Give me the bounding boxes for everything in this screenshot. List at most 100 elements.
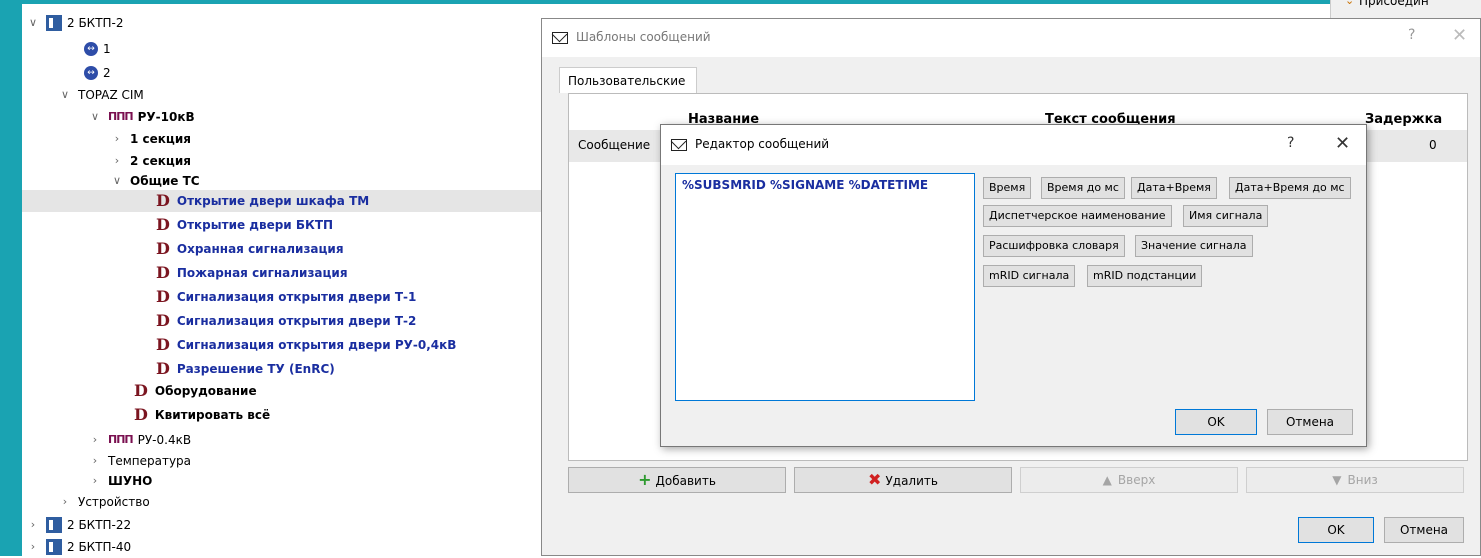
- connector-icon: ↔: [84, 66, 98, 80]
- tab-custom[interactable]: Пользовательские: [559, 67, 697, 93]
- tree-item-label: Сигнализация открытия двери РУ-0,4кВ: [176, 338, 457, 352]
- help-button[interactable]: ?: [1287, 135, 1294, 151]
- tree-item-label: ШУНО: [108, 474, 153, 488]
- tag-signal-mrid-button[interactable]: mRID сигнала: [983, 265, 1076, 287]
- tag-datetime-button[interactable]: Дата+Время: [1131, 177, 1217, 199]
- tag-substation-mrid-button[interactable]: mRID подстанции: [1087, 265, 1203, 287]
- column-header-delay[interactable]: Задержка: [1365, 112, 1442, 127]
- tree-item-signal[interactable]: D Сигнализация открытия двери РУ-0,4кВ: [156, 334, 456, 356]
- tree-item-ru-04kv[interactable]: › ΠΠΠ РУ-0.4кВ: [88, 429, 191, 451]
- tree-item-label: 1: [103, 42, 111, 56]
- expand-arrow-icon[interactable]: ∨: [110, 170, 124, 192]
- d-signal-icon: D: [156, 191, 170, 210]
- tree-item-2[interactable]: ↔ 2: [84, 62, 111, 84]
- tree-item-topaz-cim[interactable]: ∨ TOPAZ CIM: [58, 84, 144, 106]
- tree-item-signal[interactable]: D Разрешение ТУ (EnRC): [156, 358, 335, 380]
- tree-item-signal[interactable]: D Сигнализация открытия двери Т-1: [156, 286, 416, 308]
- tag-time-ms-button[interactable]: Время до мс: [1041, 177, 1125, 199]
- editor-ok-button[interactable]: OK: [1175, 409, 1257, 435]
- tree-item-label: Пожарная сигнализация: [176, 266, 348, 280]
- tree-item-ack-all[interactable]: D Квитировать всё: [134, 404, 270, 426]
- help-button[interactable]: ?: [1408, 27, 1415, 43]
- tree-item-bktp-22[interactable]: › 2 БКТП-22: [26, 514, 131, 536]
- envelope-icon: [671, 139, 687, 151]
- tree-item-device[interactable]: › Устройство: [58, 491, 150, 513]
- row-name-cell: Сообщение: [578, 138, 651, 152]
- tree-item-shuno[interactable]: › ШУНО: [88, 470, 153, 492]
- delete-button[interactable]: ✖ Удалить: [794, 467, 1012, 493]
- tree-item-label: Общие ТС: [130, 174, 200, 188]
- up-button[interactable]: ▲ Вверх: [1020, 467, 1238, 493]
- down-button[interactable]: ▼ Вниз: [1246, 467, 1464, 493]
- tree-item-1[interactable]: ↔ 1: [84, 38, 111, 60]
- tree-item-signal[interactable]: D Пожарная сигнализация: [156, 262, 348, 284]
- templates-dialog-titlebar: Шаблоны сообщений ? ✕: [542, 19, 1480, 57]
- d-signal-icon: D: [156, 287, 170, 306]
- tree-item-section-1[interactable]: › 1 секция: [110, 128, 191, 150]
- tag-time-button[interactable]: Время: [983, 177, 1032, 199]
- editor-cancel-button[interactable]: Отмена: [1267, 409, 1353, 435]
- tree-item-label: 1 секция: [130, 132, 191, 146]
- tree-item-label: 2 секция: [130, 154, 191, 168]
- tag-datetime-ms-button[interactable]: Дата+Время до мс: [1229, 177, 1351, 199]
- expand-arrow-icon[interactable]: ›: [26, 514, 40, 536]
- connector-icon: ↔: [84, 42, 98, 56]
- expand-arrow-icon[interactable]: ›: [88, 429, 102, 451]
- close-button[interactable]: ✕: [1452, 25, 1467, 46]
- tree-item-signal[interactable]: D Открытие двери БКТП: [156, 214, 333, 236]
- tree-item-label: РУ-0.4кВ: [137, 433, 192, 447]
- station-icon: [46, 539, 62, 555]
- tree-item-label: Охранная сигнализация: [176, 242, 344, 256]
- tag-dispatcher-name-button[interactable]: Диспетчерское наименование: [983, 205, 1172, 227]
- tree-item-label: Оборудование: [154, 384, 257, 398]
- expand-arrow-icon[interactable]: ›: [88, 470, 102, 492]
- d-signal-icon: D: [156, 263, 170, 282]
- tree-item-temperature[interactable]: › Температура: [88, 450, 191, 472]
- expand-arrow-icon[interactable]: ›: [58, 491, 72, 513]
- expand-arrow-icon[interactable]: ∨: [88, 106, 102, 128]
- tree-item-signal[interactable]: D Охранная сигнализация: [156, 238, 344, 260]
- d-signal-icon: D: [134, 405, 148, 424]
- expand-arrow-icon[interactable]: ∨: [26, 12, 40, 34]
- add-button-label: Добавить: [655, 474, 716, 488]
- tree-item-section-2[interactable]: › 2 секция: [110, 150, 191, 172]
- tree-item-label: 2 БКТП-40: [67, 540, 132, 554]
- up-button-label: Вверх: [1117, 473, 1156, 487]
- expand-arrow-icon[interactable]: ›: [88, 450, 102, 472]
- tree-item-ru-10kv[interactable]: ∨ ΠΠΠ РУ-10кВ: [88, 106, 195, 128]
- d-signal-icon: D: [156, 335, 170, 354]
- message-text-input[interactable]: %SUBSMRID %SIGNAME %DATETIME: [675, 173, 975, 401]
- tree-item-label: Устройство: [78, 495, 150, 509]
- expand-arrow-icon[interactable]: ›: [110, 128, 124, 150]
- cancel-button[interactable]: Отмена: [1384, 517, 1464, 543]
- tree-item-label: 2: [103, 66, 111, 80]
- tree-item-label: TOPAZ CIM: [78, 88, 144, 102]
- tree-item-label: РУ-10кВ: [137, 110, 195, 124]
- tree-item-label: Квитировать всё: [154, 408, 271, 422]
- tree-item-equipment[interactable]: D Оборудование: [134, 380, 257, 402]
- ok-button[interactable]: OK: [1298, 517, 1374, 543]
- tree-item-common-ts[interactable]: ∨ Общие ТС: [110, 170, 200, 192]
- tag-signal-name-button[interactable]: Имя сигнала: [1183, 205, 1269, 227]
- expand-arrow-icon[interactable]: ›: [110, 150, 124, 172]
- delete-button-label: Удалить: [885, 474, 938, 488]
- tag-dictionary-decode-button[interactable]: Расшифровка словаря: [983, 235, 1125, 257]
- tree-item-bktp-2[interactable]: ∨ 2 БКТП-2: [26, 12, 124, 34]
- add-button[interactable]: + Добавить: [568, 467, 786, 493]
- arrow-up-icon: ▲: [1102, 473, 1112, 487]
- tree-item-bktp-40[interactable]: › 2 БКТП-40: [26, 536, 131, 558]
- row-delay-cell: 0: [1429, 138, 1437, 152]
- expand-arrow-icon[interactable]: ∨: [58, 84, 72, 106]
- templates-dialog-title: Шаблоны сообщений: [576, 30, 711, 44]
- expand-arrow-icon[interactable]: ›: [26, 536, 40, 558]
- tree-item-signal-selected[interactable]: D Открытие двери шкафа ТМ: [22, 190, 542, 212]
- close-button[interactable]: ✕: [1335, 133, 1350, 154]
- tree-item-signal[interactable]: D Сигнализация открытия двери Т-2: [156, 310, 416, 332]
- plus-icon: +: [638, 470, 652, 489]
- message-editor-dialog: Редактор сообщений ? ✕ %SUBSMRID %SIGNAM…: [660, 124, 1367, 447]
- d-signal-icon: D: [134, 381, 148, 400]
- tree-item-label: Открытие двери шкафа ТМ: [176, 194, 370, 208]
- tree-item-label: 2 БКТП-2: [67, 16, 124, 30]
- tag-signal-value-button[interactable]: Значение сигнала: [1135, 235, 1253, 257]
- object-tree[interactable]: ∨ 2 БКТП-2 ↔ 1 ↔ 2 ∨ TOPAZ CIM ∨ ΠΠΠ РУ-…: [22, 4, 542, 556]
